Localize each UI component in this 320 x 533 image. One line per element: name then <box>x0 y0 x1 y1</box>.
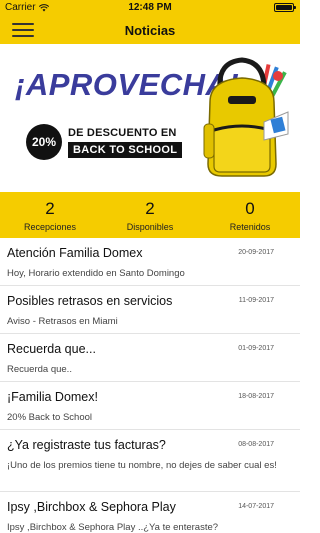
stat-label: Disponibles <box>126 222 174 232</box>
stat-retenidos[interactable]: 0 Retenidos <box>200 192 300 238</box>
discount-badge: 20% <box>26 124 62 160</box>
news-date: 01-09-2017 <box>238 345 274 352</box>
promo-line-2: BACK TO SCHOOL <box>68 141 183 158</box>
stat-label: Recepciones <box>23 222 77 232</box>
backpack-icon <box>203 57 289 177</box>
news-date: 20-09-2017 <box>238 249 274 256</box>
news-item[interactable]: Posibles retrasos en servicios 11-09-201… <box>0 286 300 334</box>
top-bar: Carrier 12:48 PM Noticias <box>0 0 300 44</box>
stat-value: 2 <box>45 199 55 218</box>
news-title: Posibles retrasos en servicios <box>7 294 173 308</box>
news-title: ¿Ya registraste tus facturas? <box>7 438 166 452</box>
news-title: Atención Familia Domex <box>7 246 143 260</box>
battery-icon <box>274 3 296 12</box>
news-subtitle: Hoy, Horario extendido en Santo Domingo <box>7 268 185 279</box>
news-item[interactable]: ¿Ya registraste tus facturas? 08-08-2017… <box>0 430 300 492</box>
stats-bar: 2 Recepciones 2 Disponibles 0 Retenidos <box>0 192 300 238</box>
news-item[interactable]: ¡Familia Domex! 18-08-2017 20% Back to S… <box>0 382 300 430</box>
news-subtitle: Recuerda que.. <box>7 364 72 375</box>
promo-line-1: DE DESCUENTO EN <box>68 126 177 139</box>
navbar: Noticias <box>0 16 300 44</box>
promo-block: 20% DE DESCUENTO EN BACK TO SCHOOL <box>26 124 183 160</box>
news-date: 14-07-2017 <box>238 503 274 510</box>
news-item[interactable]: Ipsy ,Birchbox & Sephora Play 14-07-2017… <box>0 492 300 533</box>
news-list: Atención Familia Domex 20-09-2017 Hoy, H… <box>0 238 300 533</box>
stat-disponibles[interactable]: 2 Disponibles <box>100 192 200 238</box>
news-item[interactable]: Atención Familia Domex 20-09-2017 Hoy, H… <box>0 238 300 286</box>
news-date: 18-08-2017 <box>238 393 274 400</box>
news-item[interactable]: Recuerda que... 01-09-2017 Recuerda que.… <box>0 334 300 382</box>
news-subtitle: 20% Back to School <box>7 412 93 423</box>
news-title: Recuerda que... <box>7 342 96 356</box>
news-date: 08-08-2017 <box>238 441 274 448</box>
status-bar: Carrier 12:48 PM <box>0 0 300 16</box>
stat-label: Retenidos <box>229 222 271 232</box>
page-title: Noticias <box>124 23 176 38</box>
clock: 12:48 PM <box>128 2 172 13</box>
news-subtitle: Aviso - Retrasos en Miami <box>7 316 118 327</box>
news-subtitle: Ipsy ,Birchbox & Sephora Play ..¿Ya te e… <box>7 522 219 533</box>
stat-recepciones[interactable]: 2 Recepciones <box>0 192 100 238</box>
stat-value: 0 <box>245 199 255 218</box>
promo-banner[interactable]: ¡APROVECHA! 20% DE DESCUENTO EN BACK TO … <box>0 44 300 192</box>
news-title: Ipsy ,Birchbox & Sephora Play <box>7 500 176 514</box>
news-subtitle: ¡Uno de los premios tiene tu nombre, no … <box>7 460 277 471</box>
news-title: ¡Familia Domex! <box>7 390 98 404</box>
stat-value: 2 <box>145 199 155 218</box>
news-date: 11-09-2017 <box>238 297 274 304</box>
